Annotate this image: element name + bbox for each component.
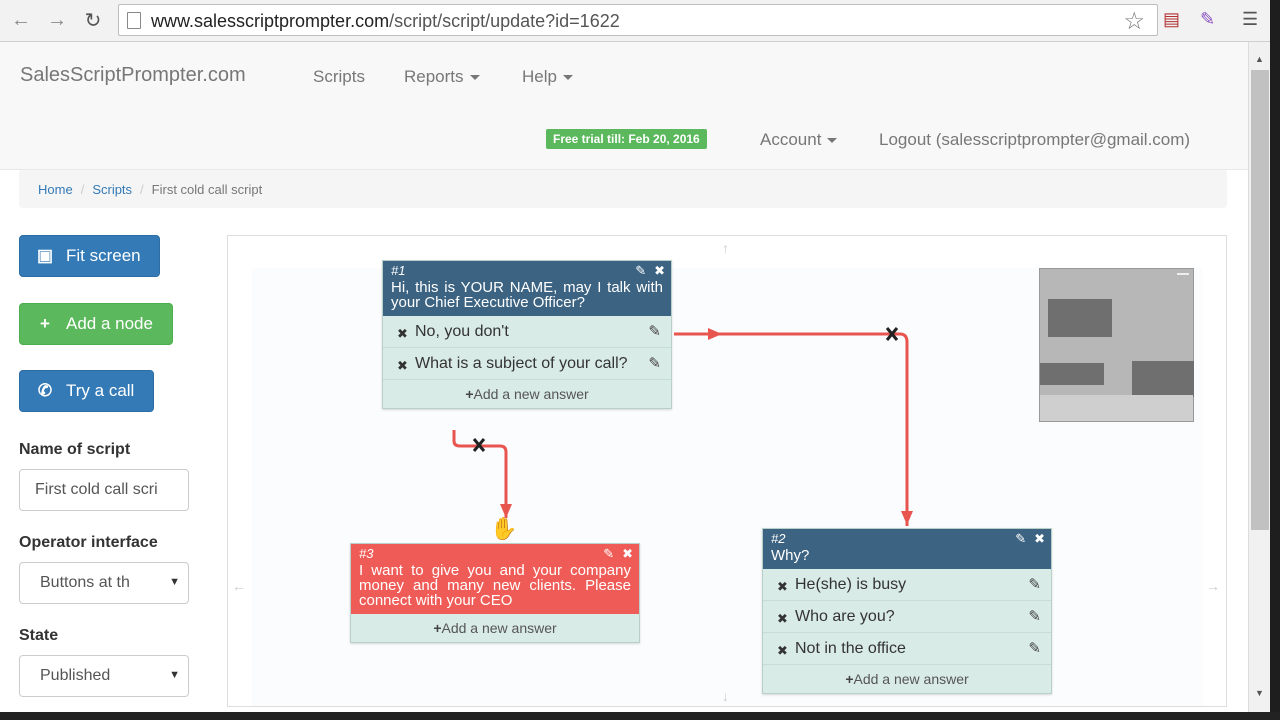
screen-edge [1270,0,1280,720]
edit-pencil-icon[interactable]: ✎ [1028,575,1041,594]
screen-bottom-edge [0,712,1280,720]
try-call-button[interactable]: ✆ Try a call [19,370,154,412]
node-title: Why? [771,547,810,564]
nav-reports[interactable]: Reports [404,67,480,87]
node-title: Hi, this is YOUR NAME, may I talk with y… [391,279,663,311]
add-answer-button[interactable]: +Add a new answer [351,614,639,642]
page-icon [127,12,141,29]
breadcrumb-scripts[interactable]: Scripts [92,182,132,197]
minimize-icon[interactable] [1177,273,1189,275]
state-select[interactable]: Published ▼ [19,655,189,697]
node-number: #1 [391,263,406,278]
script-name-label: Name of script [19,441,131,458]
node-number: #2 [771,531,786,546]
edit-pencil-icon[interactable]: ✎ [1028,607,1041,626]
close-icon[interactable]: ✖ [654,263,665,278]
breadcrumb-current: First cold call script [151,181,263,197]
plus-icon: + [465,386,474,402]
back-icon[interactable]: ← [8,8,34,32]
plus-icon: + [40,314,50,333]
page-scrollbar[interactable]: ▲ ▼ [1248,42,1270,712]
select-arrow-icon: ▼ [169,669,180,681]
node-header: #1 ✎ ✖ Hi, this is YOUR NAME, may I talk … [383,261,671,316]
operator-interface-label: Operator interface [19,534,158,551]
nav-scripts[interactable]: Scripts [313,67,365,87]
minimap-node [1048,299,1112,337]
delete-answer-icon[interactable]: ✖ [777,609,788,628]
script-node-3[interactable]: #3 ✎ ✖ I want to give you and your compan… [350,543,640,643]
plus-icon: + [845,671,854,687]
node-number: #3 [359,546,374,561]
trial-badge: Free trial till: Feb 20, 2016 [546,129,707,149]
caret-down-icon [827,138,838,144]
delete-answer-icon[interactable]: ✖ [777,577,788,596]
script-canvas[interactable]: ↑ ← → ↓ #1 ✎ ✖ Hi, this is YOUR NAME, ma… [227,235,1227,707]
breadcrumb: Home / Scripts / First cold call script [19,170,1227,208]
operator-interface-select[interactable]: Buttons at th ▼ [19,562,189,604]
edit-pencil-icon[interactable]: ✎ [603,546,614,561]
arrowhead-icon [708,328,722,340]
pen-extension-icon[interactable]: ✎ [1200,9,1215,30]
hand-cursor-icon: ✋ [490,516,518,541]
url-text: www.salesscriptprompter.com/script/scrip… [151,11,620,31]
forward-icon[interactable]: → [44,8,70,32]
logout-link[interactable]: Logout (salesscriptprompter@gmail.com) [879,130,1190,150]
close-icon[interactable]: ✖ [1034,531,1045,546]
minimap-footer [1040,395,1193,421]
answer-item[interactable]: ✖ He(she) is busy ✎ [763,569,1051,601]
edit-pencil-icon[interactable]: ✎ [1028,639,1041,658]
answer-item[interactable]: ✖ No, you don't ✎ [383,316,671,348]
reload-icon[interactable]: ↻ [80,8,106,32]
script-node-1[interactable]: #1 ✎ ✖ Hi, this is YOUR NAME, may I talk … [382,260,672,409]
script-name-input[interactable]: First cold call scri [19,469,189,511]
node-header: #3 ✎ ✖ I want to give you and your compan… [351,544,639,614]
brand-link[interactable]: SalesScriptPrompter.com [20,64,246,87]
caret-down-icon [562,75,573,81]
add-node-button[interactable]: + Add a node [19,303,173,345]
add-answer-button[interactable]: +Add a new answer [383,380,671,408]
edit-pencil-icon[interactable]: ✎ [648,322,661,341]
nav-help[interactable]: Help [522,67,573,87]
menu-icon[interactable]: ☰ [1242,9,1258,30]
phone-icon: ✆ [37,381,53,400]
node-title: I want to give you and your company mone… [359,562,631,609]
navbar: SalesScriptPrompter.com Scripts Reports … [0,42,1248,170]
caret-down-icon [469,75,480,81]
delete-answer-icon[interactable]: ✖ [397,356,408,375]
edit-pencil-icon[interactable]: ✎ [648,354,661,373]
breadcrumb-separator: / [80,181,85,197]
canvas-minimap[interactable] [1039,268,1194,422]
edit-pencil-icon[interactable]: ✎ [635,263,646,278]
scroll-up-icon[interactable]: ▲ [1255,54,1264,64]
breadcrumb-home[interactable]: Home [38,182,73,197]
browser-toolbar: ← → ↻ www.salesscriptprompter.com/script… [0,0,1280,42]
address-bar[interactable]: www.salesscriptprompter.com/script/scrip… [118,4,1158,36]
delete-answer-icon[interactable]: ✖ [777,641,788,660]
answer-item[interactable]: ✖ What is a subject of your call? ✎ [383,348,671,380]
answer-item[interactable]: ✖ Not in the office ✎ [763,633,1051,665]
fit-screen-button[interactable]: ▣ Fit screen [19,235,160,277]
connection-node1-to-node2[interactable] [674,332,909,526]
add-answer-button[interactable]: +Add a new answer [763,665,1051,693]
delete-answer-icon[interactable]: ✖ [397,324,408,343]
minimap-node [1040,363,1104,385]
state-label: State [19,627,59,644]
close-icon[interactable]: ✖ [622,546,633,561]
scrollbar-thumb[interactable] [1251,70,1269,530]
nav-account[interactable]: Account [760,130,838,150]
minimap-node [1132,361,1194,397]
fit-screen-icon: ▣ [36,246,54,265]
arrowhead-icon [901,511,913,525]
select-arrow-icon: ▼ [169,576,180,588]
page-viewport: SalesScriptPrompter.com Scripts Reports … [0,42,1248,712]
breadcrumb-separator: / [140,181,144,197]
scroll-down-icon[interactable]: ▼ [1255,688,1264,698]
plus-icon: + [433,620,442,636]
answer-item[interactable]: ✖ Who are you? ✎ [763,601,1051,633]
edit-pencil-icon[interactable]: ✎ [1015,531,1026,546]
script-node-2[interactable]: #2 ✎ ✖ Why? ✖ He(she) is busy ✎ ✖ Who are… [762,528,1052,694]
node-header: #2 ✎ ✖ Why? [763,529,1051,569]
bookmark-star-icon[interactable]: ☆ [1123,7,1145,36]
extension-icon[interactable]: ▤ [1163,9,1180,30]
